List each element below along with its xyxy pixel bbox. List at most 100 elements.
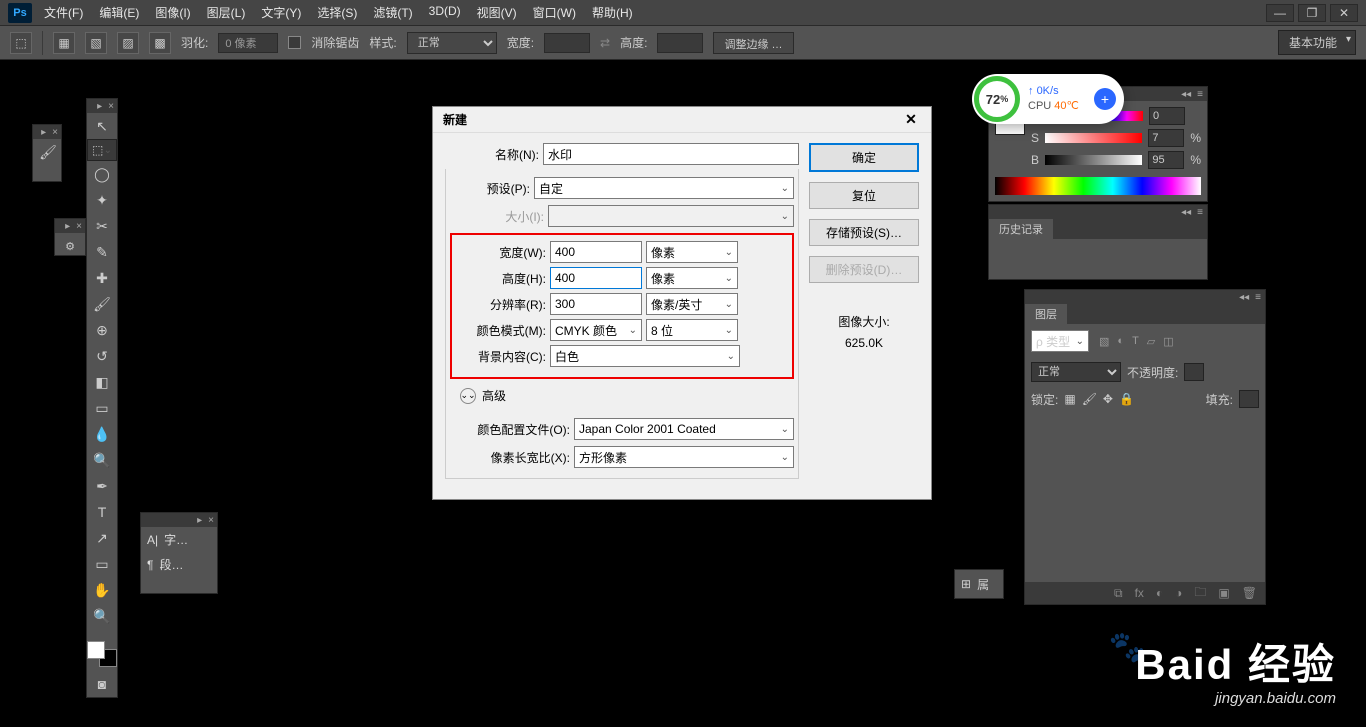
new-adjustment-icon[interactable]: ◑ xyxy=(1175,586,1182,600)
save-preset-button[interactable]: 存储预设(S)… xyxy=(809,219,919,246)
s-input[interactable] xyxy=(1148,129,1184,147)
eyedropper-tool[interactable]: ✎ xyxy=(87,239,117,265)
shape-tool[interactable]: ▭ xyxy=(87,551,117,577)
color-mode-select[interactable]: CMYK 颜色 xyxy=(550,319,642,341)
link-layers-icon[interactable]: ⧉ xyxy=(1114,586,1123,601)
move-tool[interactable]: ↖ xyxy=(87,113,117,139)
zoom-tool[interactable]: 🔍 xyxy=(87,603,117,629)
workspace-switcher[interactable]: 基本功能 xyxy=(1278,30,1356,55)
cancel-button[interactable]: 复位 xyxy=(809,182,919,209)
new-layer-icon[interactable]: ▣ xyxy=(1218,586,1229,600)
lock-pos-icon[interactable]: ✥ xyxy=(1103,392,1113,406)
filter-type-icon[interactable]: T xyxy=(1132,335,1139,348)
collapsed-panel-2[interactable]: ▸× ⚙ xyxy=(54,218,86,256)
panel-menu-icon[interactable]: ≡ xyxy=(1197,89,1203,100)
b-slider[interactable] xyxy=(1045,155,1142,165)
brush-presets-icon[interactable]: 🖌 xyxy=(33,139,63,165)
menu-type[interactable]: 文字(Y) xyxy=(261,4,301,21)
bg-content-select[interactable]: 白色 xyxy=(550,345,740,367)
maximize-button[interactable]: ❐ xyxy=(1298,4,1326,22)
h-input[interactable] xyxy=(1149,107,1185,125)
layer-fx-icon[interactable]: fx xyxy=(1135,586,1144,600)
b-input[interactable] xyxy=(1148,151,1184,169)
marquee-tool[interactable]: ⬚ xyxy=(87,139,117,161)
menu-layer[interactable]: 图层(L) xyxy=(207,4,246,21)
pen-tool[interactable]: ✒ xyxy=(87,473,117,499)
height-input[interactable] xyxy=(550,267,642,289)
tool-preset-icon[interactable]: ⬚ xyxy=(10,32,32,54)
menu-help[interactable]: 帮助(H) xyxy=(592,4,633,21)
height-unit-select[interactable]: 像素 xyxy=(646,267,738,289)
layer-mask-icon[interactable]: ◐ xyxy=(1156,586,1163,600)
path-select-tool[interactable]: ↗ xyxy=(87,525,117,551)
menu-3d[interactable]: 3D(D) xyxy=(429,4,461,21)
resolution-input[interactable] xyxy=(550,293,642,315)
lock-paint-icon[interactable]: 🖌 xyxy=(1082,392,1097,406)
panel-menu-icon[interactable]: ≡ xyxy=(1255,292,1261,303)
menu-select[interactable]: 选择(S) xyxy=(317,4,357,21)
style-select[interactable]: 正常 xyxy=(407,32,497,54)
accelerate-button[interactable]: + xyxy=(1094,88,1116,110)
filter-adjust-icon[interactable]: ◐ xyxy=(1117,335,1124,348)
lock-trans-icon[interactable]: ▦ xyxy=(1064,392,1075,406)
bit-depth-select[interactable]: 8 位 xyxy=(646,319,738,341)
feather-input[interactable] xyxy=(218,33,278,53)
lasso-tool[interactable]: ◯ xyxy=(87,161,117,187)
minimize-button[interactable]: — xyxy=(1266,4,1294,22)
layer-filter-select[interactable]: ρ 类型 xyxy=(1031,330,1089,352)
filter-shape-icon[interactable]: ▱ xyxy=(1147,335,1155,348)
magic-wand-tool[interactable]: ✦ xyxy=(87,187,117,213)
s-slider[interactable] xyxy=(1045,133,1142,143)
menu-view[interactable]: 视图(V) xyxy=(477,4,517,21)
menu-image[interactable]: 图像(I) xyxy=(155,4,190,21)
dialog-title-bar[interactable]: 新建 ✕ xyxy=(433,107,931,133)
filter-pixel-icon[interactable]: ▧ xyxy=(1099,335,1109,348)
collapse-icon[interactable]: ◂◂ xyxy=(1181,207,1191,218)
hand-tool[interactable]: ✋ xyxy=(87,577,117,603)
panel-menu-icon[interactable]: ≡ xyxy=(1197,207,1203,218)
adjustments-icon[interactable]: ⚙ xyxy=(55,233,85,259)
brush-tool[interactable]: 🖌 xyxy=(87,291,117,317)
history-brush-tool[interactable]: ↺ xyxy=(87,343,117,369)
delete-layer-icon[interactable]: 🗑 xyxy=(1242,586,1257,600)
lock-all-icon[interactable]: 🔒 xyxy=(1119,392,1134,406)
refine-edge-button[interactable]: 调整边缘 … xyxy=(713,32,793,54)
res-unit-select[interactable]: 像素/英寸 xyxy=(646,293,738,315)
menu-filter[interactable]: 滤镜(T) xyxy=(373,4,412,21)
selection-new-icon[interactable]: ▦ xyxy=(53,32,75,54)
crop-tool[interactable]: ✂ xyxy=(87,213,117,239)
char-panel-header[interactable]: ▸× xyxy=(141,513,217,527)
stamp-tool[interactable]: ⊕ xyxy=(87,317,117,343)
dodge-tool[interactable]: 🔍 xyxy=(87,447,117,473)
color-swatches[interactable] xyxy=(87,641,117,667)
char-panel-row2[interactable]: ¶段… xyxy=(141,552,217,577)
spectrum-bar[interactable] xyxy=(995,177,1201,195)
name-input[interactable] xyxy=(543,143,799,165)
color-profile-select[interactable]: Japan Color 2001 Coated xyxy=(574,418,794,440)
gradient-tool[interactable]: ▭ xyxy=(87,395,117,421)
blend-mode-select[interactable]: 正常 xyxy=(1031,362,1121,382)
selection-add-icon[interactable]: ▧ xyxy=(85,32,107,54)
type-tool[interactable]: T xyxy=(87,499,117,525)
collapse-icon[interactable]: ◂◂ xyxy=(1181,89,1191,100)
pixel-aspect-select[interactable]: 方形像素 xyxy=(574,446,794,468)
char-panel-row1[interactable]: A|字… xyxy=(141,527,217,552)
selection-subtract-icon[interactable]: ▨ xyxy=(117,32,139,54)
layers-tab[interactable]: 图层 xyxy=(1025,304,1067,324)
width-input[interactable] xyxy=(550,241,642,263)
close-button[interactable]: ✕ xyxy=(1330,4,1358,22)
menu-file[interactable]: 文件(F) xyxy=(44,4,83,21)
width-unit-select[interactable]: 像素 xyxy=(646,241,738,263)
opacity-input[interactable] xyxy=(1184,363,1204,381)
properties-dock[interactable]: ⊞ 属 xyxy=(954,569,1004,599)
antialias-checkbox[interactable] xyxy=(288,36,301,49)
healing-tool[interactable]: ✚ xyxy=(87,265,117,291)
menu-window[interactable]: 窗口(W) xyxy=(533,4,576,21)
advanced-toggle[interactable]: ⌄⌄ 高级 xyxy=(460,387,794,404)
fill-input[interactable] xyxy=(1239,390,1259,408)
quickmask-tool[interactable]: ◙ xyxy=(87,671,117,697)
blur-tool[interactable]: 💧 xyxy=(87,421,117,447)
collapse-icon[interactable]: ◂◂ xyxy=(1239,292,1249,303)
selection-intersect-icon[interactable]: ▩ xyxy=(149,32,171,54)
menu-edit[interactable]: 编辑(E) xyxy=(99,4,139,21)
